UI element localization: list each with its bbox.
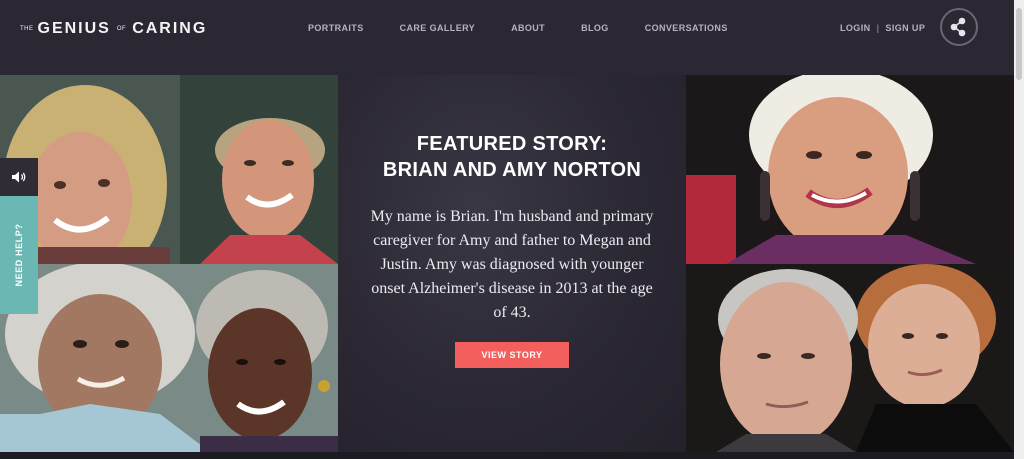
nav-blog[interactable]: BLOG	[581, 23, 609, 33]
share-icon	[950, 17, 966, 37]
featured-title: FEATURED STORY: BRIAN AND AMY NORTON	[338, 131, 686, 183]
portrait-photo-bottom-right[interactable]	[686, 264, 1014, 452]
nav-conversations[interactable]: CONVERSATIONS	[645, 23, 728, 33]
portrait-illustration	[686, 75, 1014, 264]
portrait-photo-top-right[interactable]	[686, 75, 1014, 264]
signup-link[interactable]: SIGN UP	[885, 23, 925, 33]
portrait-photo-bottom-left[interactable]	[0, 264, 338, 452]
nav-about[interactable]: ABOUT	[511, 23, 545, 33]
portrait-illustration	[686, 264, 1014, 452]
sound-toggle[interactable]	[0, 158, 38, 196]
main-nav: PORTRAITS CARE GALLERY ABOUT BLOG CONVER…	[308, 23, 764, 33]
auth-separator: |	[876, 23, 880, 33]
auth-links: LOGIN | SIGN UP	[840, 23, 925, 33]
logo-the: THE	[20, 26, 34, 32]
portrait-photo-top-left[interactable]	[0, 75, 338, 264]
scrollbar-thumb[interactable]	[1016, 8, 1022, 80]
logo-genius: GENIUS	[37, 20, 111, 37]
nav-portraits[interactable]: PORTRAITS	[308, 23, 364, 33]
portrait-illustration	[0, 75, 338, 264]
featured-story-panel: FEATURED STORY: BRIAN AND AMY NORTON My …	[338, 75, 686, 459]
site-logo[interactable]: THE GENIUS OF CARING	[20, 20, 207, 38]
featured-title-line2: BRIAN AND AMY NORTON	[382, 159, 642, 181]
logo-of: OF	[116, 26, 127, 32]
featured-title-line1: FEATURED STORY:	[416, 133, 608, 155]
logo-caring: CARING	[132, 20, 208, 37]
portrait-illustration	[0, 264, 338, 452]
speaker-icon	[12, 171, 26, 183]
site-header: THE GENIUS OF CARING PORTRAITS CARE GALL…	[0, 0, 1024, 75]
login-link[interactable]: LOGIN	[840, 23, 871, 33]
need-help-label: NEED HELP?	[14, 223, 24, 287]
share-button[interactable]	[940, 8, 978, 46]
page-bottom-strip	[0, 452, 1014, 459]
nav-care-gallery[interactable]: CARE GALLERY	[400, 23, 475, 33]
view-story-button[interactable]: VIEW STORY	[455, 342, 569, 368]
vertical-scrollbar[interactable]	[1014, 0, 1024, 459]
featured-description: My name is Brian. I'm husband and primar…	[370, 208, 654, 321]
need-help-tab[interactable]: NEED HELP?	[0, 196, 38, 314]
